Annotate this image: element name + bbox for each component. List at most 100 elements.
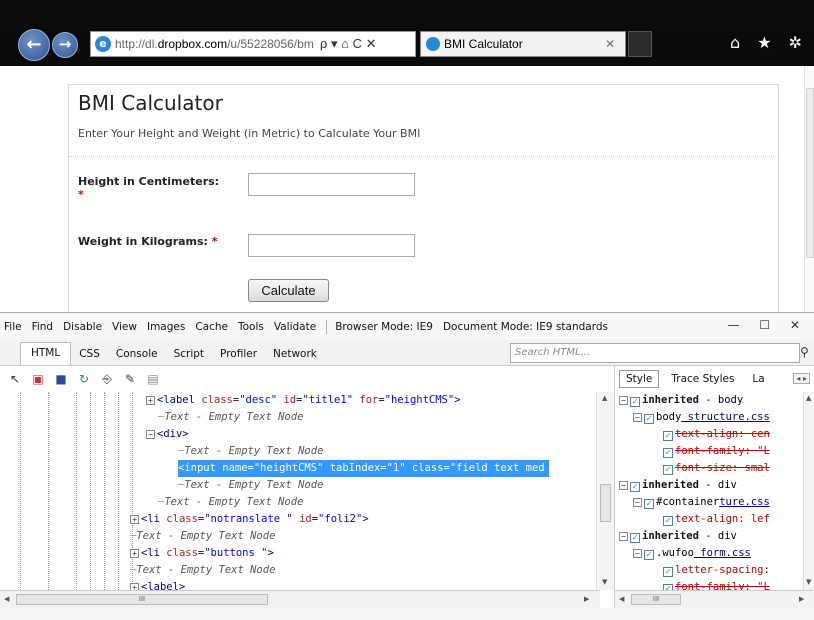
style-checkbox[interactable]: ✓ [644,499,654,509]
tree-node[interactable]: + <li class="notranslate " id="foli2"> [130,511,369,528]
tree-node[interactable]: ─Text - Empty Text Node [130,528,275,545]
style-checkbox[interactable]: ✓ [630,397,640,407]
forward-button[interactable]: → [52,32,78,58]
style-row[interactable]: ✓ letter-spacing: [663,562,770,579]
scroll-right-arrow-icon[interactable]: ▶ [799,595,804,603]
style-row[interactable]: − ✓ body structure.css [633,409,770,426]
edit-icon[interactable]: ✎ [123,372,137,386]
dom-view-icon[interactable]: ▤ [146,372,160,386]
style-checkbox[interactable]: ✓ [663,567,673,577]
collapse-icon[interactable]: − [619,396,628,405]
menu-file[interactable]: File [4,321,22,333]
style-checkbox[interactable]: ✓ [630,482,640,492]
tab-script[interactable]: Script [166,348,212,365]
expand-icon[interactable]: + [130,515,139,524]
word-wrap-icon[interactable]: ⎆ [100,372,114,386]
menu-disable[interactable]: Disable [63,321,102,333]
tree-node[interactable]: ─Text - Empty Text Node [178,443,323,460]
toolbar-icons[interactable]: ⌂ ★ ✲ [730,33,808,52]
style-checkbox[interactable]: ✓ [663,431,673,441]
style-row[interactable]: − ✓ #containerture.css [633,494,770,511]
devtools-window-controls[interactable]: — ☐ ✕ [728,318,808,332]
refresh-icon[interactable]: ↻ [77,372,91,386]
expand-icon[interactable]: + [130,549,139,558]
collapse-icon[interactable]: − [633,498,642,507]
search-icon[interactable]: ⚲ [800,345,809,359]
collapse-icon[interactable]: − [146,430,155,439]
tree-node[interactable]: ─Text - Empty Text Node [178,477,323,494]
height-input[interactable] [248,173,415,196]
search-html-input[interactable]: Search HTML... [510,343,800,363]
menu-tools[interactable]: Tools [238,321,264,333]
style-row[interactable]: − ✓ inherited - div [619,477,737,494]
style-row[interactable]: ✓ text-align: cen [663,426,770,443]
select-element-icon[interactable]: ↖ [8,372,22,386]
tree-node[interactable]: − <div> [146,426,189,443]
calculate-button[interactable]: Calculate [248,279,329,302]
menu-find[interactable]: Find [32,321,54,333]
menu-validate[interactable]: Validate [274,321,316,333]
tree-node-selected[interactable]: <input name="heightCMS" tabIndex="1" cla… [178,460,549,477]
style-checkbox[interactable]: ✓ [663,516,673,526]
style-checkbox[interactable]: ✓ [644,550,654,560]
tab-html[interactable]: HTML [20,342,72,365]
document-mode-menu[interactable]: Document Mode: IE9 standards [443,321,608,333]
save-icon[interactable]: ■ [54,372,68,386]
tree-node[interactable]: ─Text - Empty Text Node [158,409,303,426]
address-controls[interactable]: ρ ▾ ⌂ C ✕ [320,36,377,52]
weight-input[interactable] [248,234,415,257]
tab-style[interactable]: Style [619,370,660,388]
tree-node[interactable]: + <label class="desc" id="title1" for="he… [146,392,461,409]
style-checkbox[interactable]: ✓ [644,414,654,424]
style-source-link[interactable]: ture.css [719,496,770,508]
style-source-link[interactable]: structure.css [681,411,770,423]
page-scrollbar[interactable] [804,66,814,312]
url-text[interactable]: http://dl.dropbox.com/u/55228056/bm [115,37,315,51]
address-bar[interactable]: e http://dl.dropbox.com/u/55228056/bm ρ … [90,31,416,57]
style-checkbox[interactable]: ✓ [663,448,673,458]
tab-close-icon[interactable]: ✕ [605,37,615,51]
scroll-down-arrow-icon[interactable]: ▼ [806,578,811,586]
tab-profiler[interactable]: Profiler [212,348,265,365]
style-row[interactable]: − ✓ .wufoo form.css [633,545,751,562]
tab-network[interactable]: Network [265,348,325,365]
style-source-link[interactable]: form.css [694,547,751,559]
style-row[interactable]: ✓ font-size: smal [663,460,770,477]
scroll-up-arrow-icon[interactable]: ▲ [806,394,811,402]
menu-view[interactable]: View [112,321,137,333]
style-checkbox[interactable]: ✓ [663,465,673,475]
scroll-up-arrow-icon[interactable]: ▲ [602,394,607,402]
style-row[interactable]: − ✓ inherited - body [619,392,743,409]
style-horizontal-scrollbar[interactable]: ◀ III ▶ [614,590,814,608]
menu-cache[interactable]: Cache [195,321,228,333]
new-tab-button[interactable] [628,31,652,57]
tree-hscroll-thumb[interactable]: III [16,594,268,605]
back-button[interactable]: ← [18,29,50,61]
browser-mode-menu[interactable]: Browser Mode: IE9 [335,321,433,333]
tab-scroll-arrows[interactable]: ◂ ▸ [793,373,810,384]
collapse-icon[interactable]: − [619,532,628,541]
expand-icon[interactable]: + [146,396,155,405]
style-row[interactable]: − ✓ inherited - div [619,528,737,545]
scroll-left-arrow-icon[interactable]: ◀ [619,595,624,603]
clear-outline-icon[interactable]: ▣ [31,372,45,386]
scroll-left-arrow-icon[interactable]: ◀ [4,595,9,603]
tree-node[interactable]: ─Text - Empty Text Node [130,562,275,579]
style-hscroll-thumb[interactable]: III [631,594,681,605]
tab-trace-styles[interactable]: Trace Styles [665,371,740,387]
collapse-icon[interactable]: − [633,413,642,422]
menu-images[interactable]: Images [147,321,185,333]
browser-tab[interactable]: BMI Calculator ✕ [420,31,626,57]
tree-node[interactable]: + <label> [130,579,185,590]
tree-scroll-thumb[interactable] [600,484,611,522]
tree-node[interactable]: ─Text - Empty Text Node [158,494,303,511]
collapse-icon[interactable]: − [619,481,628,490]
scroll-down-arrow-icon[interactable]: ▼ [602,578,607,586]
style-scrollbar[interactable]: ▲ ▼ [803,392,814,590]
style-row[interactable]: ✓ text-align: lef [663,511,770,528]
style-checkbox[interactable]: ✓ [630,533,640,543]
tree-scrollbar[interactable]: ▲ ▼ [596,392,614,590]
tree-horizontal-scrollbar[interactable]: ◀ III ▶ [0,590,600,608]
style-row[interactable]: ✓ font-family: "L [663,579,770,590]
style-row[interactable]: ✓ font-family: "L [663,443,770,460]
